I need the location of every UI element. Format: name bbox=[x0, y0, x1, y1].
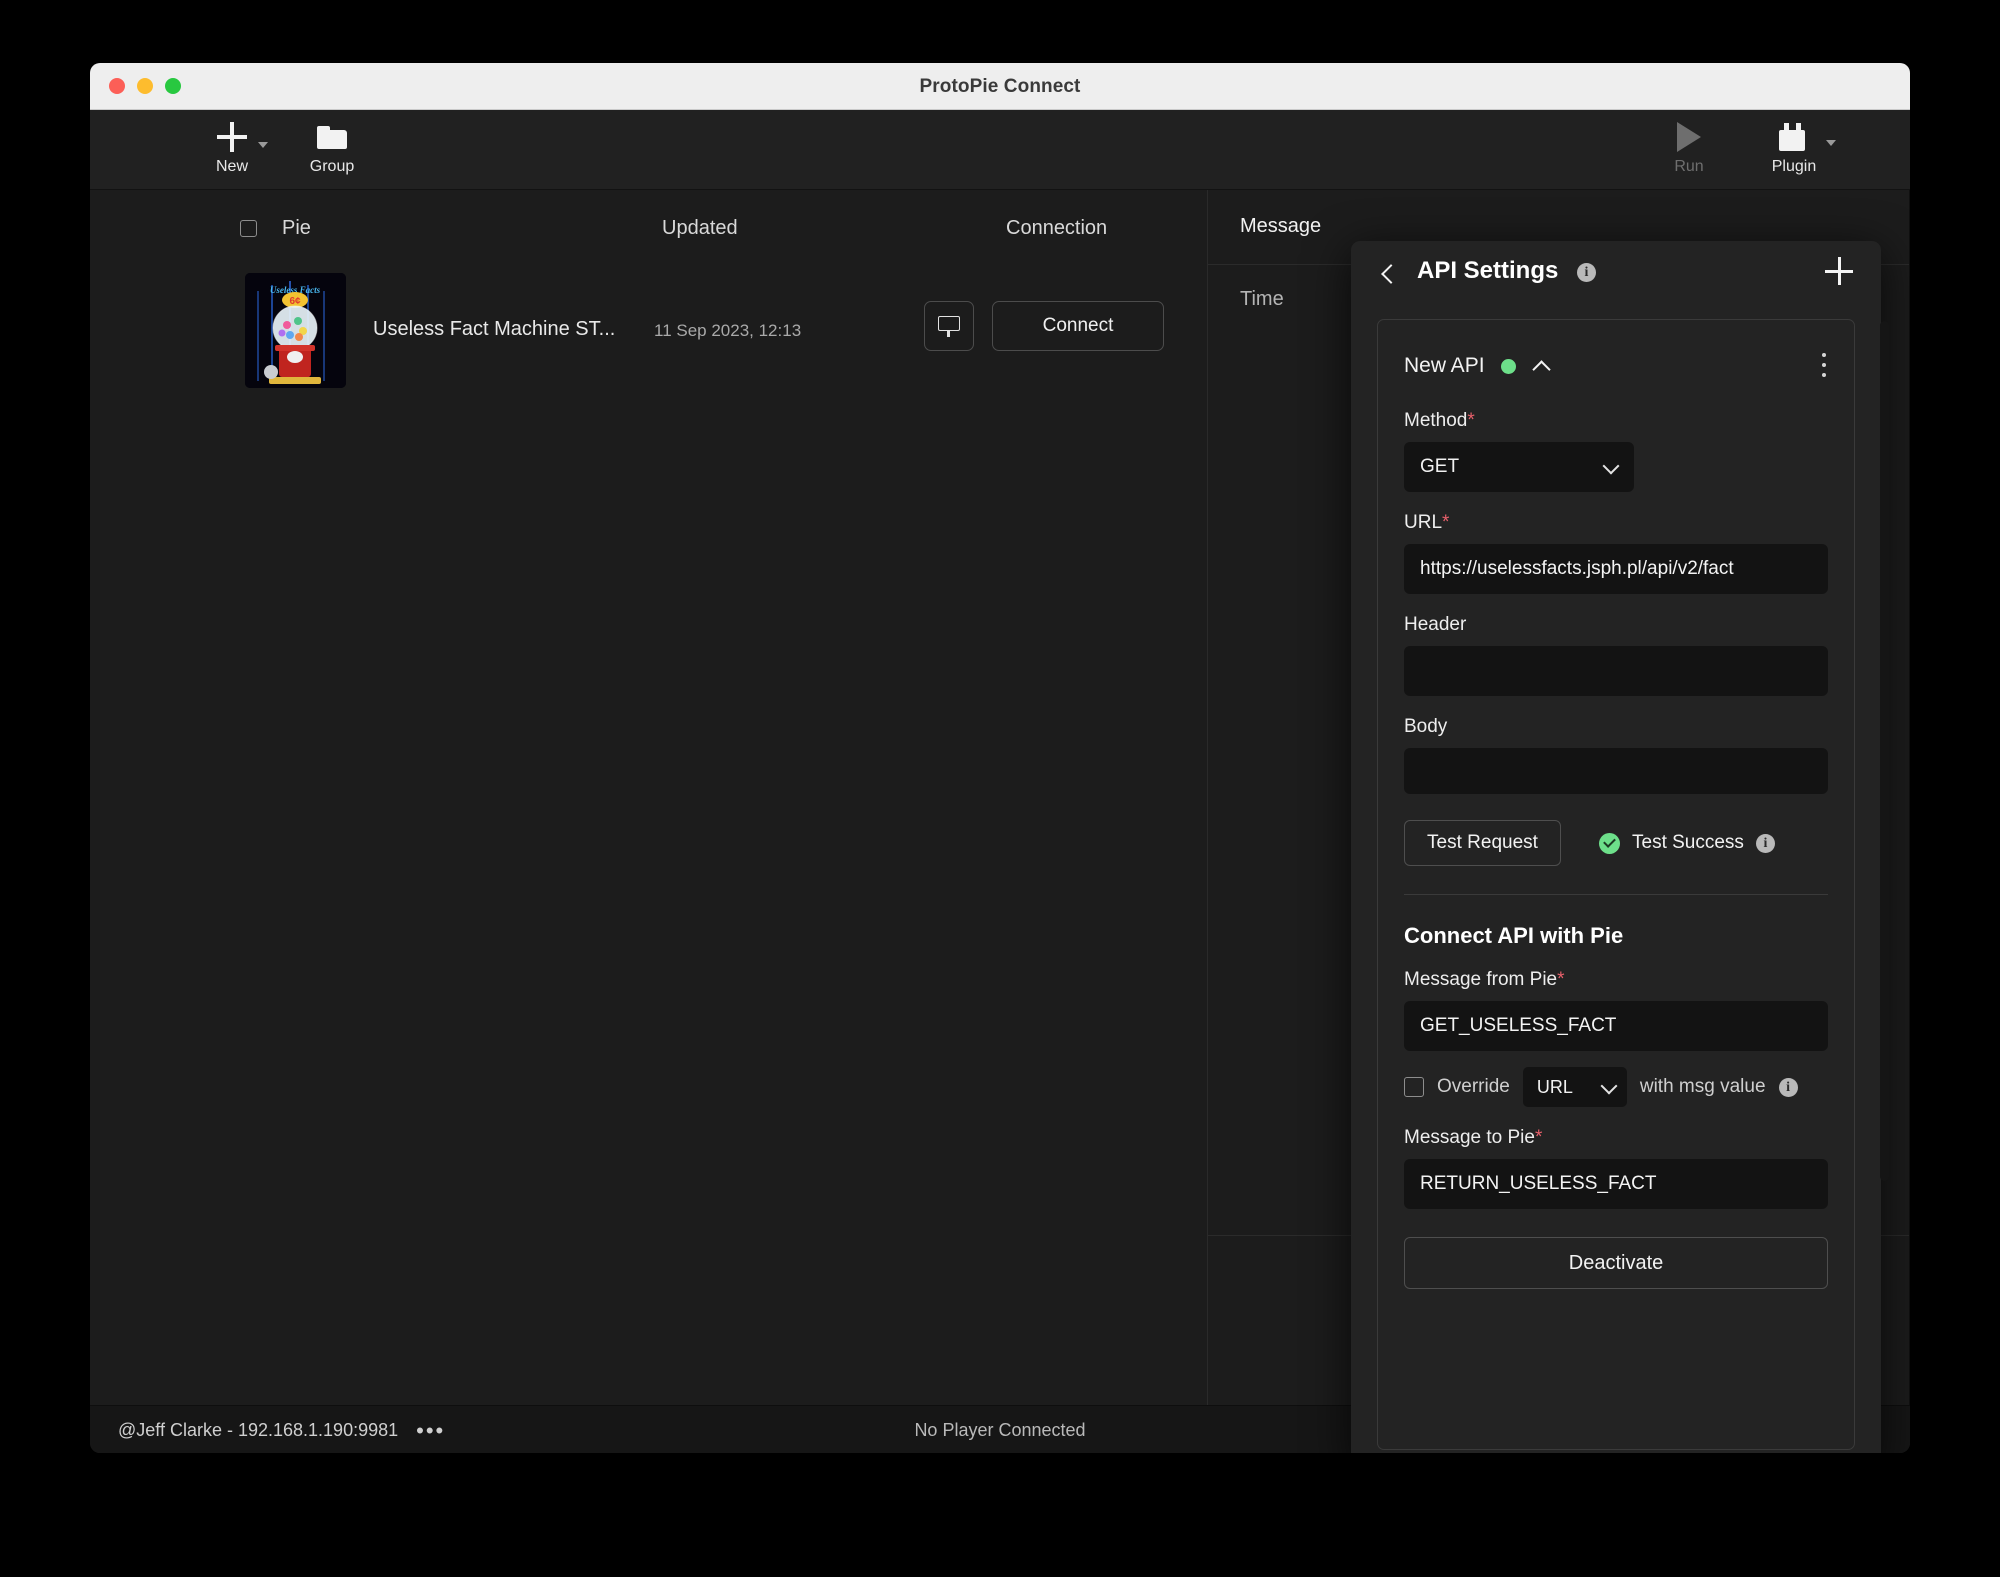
plugin-button[interactable]: Plugin bbox=[1748, 118, 1840, 176]
test-status: Test Success i bbox=[1599, 832, 1775, 854]
column-header-pie: Pie bbox=[282, 217, 311, 240]
override-prefix-label: Override bbox=[1437, 1076, 1510, 1098]
override-suffix-label: with msg value bbox=[1640, 1076, 1766, 1098]
plugin-icon bbox=[1748, 118, 1840, 156]
select-all-checkbox[interactable] bbox=[240, 220, 257, 237]
group-button-label: Group bbox=[286, 158, 378, 176]
info-icon[interactable]: i bbox=[1779, 1078, 1798, 1097]
override-row: Override URL with msg value i bbox=[1404, 1067, 1828, 1107]
method-select-value: GET bbox=[1420, 456, 1459, 478]
main-toolbar: New Group Run Plugin bbox=[90, 110, 1910, 190]
deactivate-button[interactable]: Deactivate bbox=[1404, 1237, 1828, 1289]
api-settings-panel: API Settings i New API Method* GET UR bbox=[1351, 241, 1881, 1453]
header-input[interactable] bbox=[1404, 646, 1828, 696]
chevron-down-icon bbox=[1826, 140, 1836, 146]
chevron-down-icon bbox=[1603, 1080, 1616, 1093]
open-on-screen-button[interactable] bbox=[924, 301, 974, 351]
divider bbox=[1404, 894, 1828, 895]
info-icon[interactable]: i bbox=[1756, 834, 1775, 853]
message-from-pie-label: Message from Pie* bbox=[1404, 969, 1828, 991]
table-row[interactable]: Useless Facts 6¢ bbox=[90, 265, 1207, 385]
group-button[interactable]: Group bbox=[286, 118, 378, 176]
window-titlebar: ProtoPie Connect bbox=[90, 63, 1910, 110]
api-card: New API Method* GET URL* Header Body bbox=[1377, 319, 1855, 1450]
pie-list-panel: Pie Updated Connection bbox=[90, 190, 1208, 1405]
override-target-select[interactable]: URL bbox=[1523, 1067, 1627, 1107]
run-button[interactable]: Run bbox=[1643, 118, 1735, 176]
url-input[interactable] bbox=[1404, 544, 1828, 594]
chevron-down-icon bbox=[258, 142, 268, 148]
monitor-icon bbox=[938, 316, 960, 337]
body-input[interactable] bbox=[1404, 748, 1828, 794]
column-header-connection: Connection bbox=[1006, 217, 1107, 240]
info-icon[interactable]: i bbox=[1577, 263, 1596, 282]
body-field-label: Body bbox=[1404, 716, 1828, 738]
svg-text:6¢: 6¢ bbox=[289, 296, 301, 307]
chevron-left-icon[interactable] bbox=[1379, 265, 1399, 285]
check-circle-icon bbox=[1599, 833, 1620, 854]
method-select[interactable]: GET bbox=[1404, 442, 1634, 492]
pie-list-header: Pie Updated Connection bbox=[90, 190, 1207, 265]
test-request-button[interactable]: Test Request bbox=[1404, 820, 1561, 866]
method-field-label: Method* bbox=[1404, 410, 1828, 432]
api-name: New API bbox=[1404, 354, 1485, 378]
chevron-down-icon bbox=[1605, 460, 1618, 473]
window-title: ProtoPie Connect bbox=[90, 76, 1910, 98]
new-button-label: New bbox=[186, 158, 278, 176]
column-header-time: Time bbox=[1240, 288, 1284, 311]
message-to-pie-input[interactable] bbox=[1404, 1159, 1828, 1209]
pie-name: Useless Fact Machine ST... bbox=[373, 318, 615, 341]
folder-icon bbox=[286, 118, 378, 156]
chevron-up-icon[interactable] bbox=[1532, 359, 1550, 373]
test-request-row: Test Request Test Success i bbox=[1404, 820, 1828, 866]
plus-icon bbox=[186, 118, 278, 156]
override-target-value: URL bbox=[1537, 1077, 1573, 1098]
scrollbar[interactable] bbox=[1880, 321, 1889, 1181]
required-marker: * bbox=[1557, 969, 1564, 990]
override-checkbox[interactable] bbox=[1404, 1077, 1424, 1097]
required-marker: * bbox=[1442, 512, 1449, 533]
tab-message[interactable]: Message bbox=[1240, 215, 1321, 238]
message-to-pie-label: Message to Pie* bbox=[1404, 1127, 1828, 1149]
more-vertical-icon[interactable] bbox=[1822, 353, 1828, 379]
plugin-button-label: Plugin bbox=[1748, 158, 1840, 176]
status-badge bbox=[1501, 359, 1516, 374]
page-title: API Settings bbox=[1417, 257, 1558, 285]
column-header-updated: Updated bbox=[662, 217, 738, 240]
api-settings-header: API Settings i bbox=[1351, 241, 1881, 319]
gumball-machine-thumbnail: Useless Facts 6¢ bbox=[245, 273, 346, 388]
url-field-label: URL* bbox=[1404, 512, 1828, 534]
required-marker: * bbox=[1535, 1127, 1542, 1148]
header-field-label: Header bbox=[1404, 614, 1828, 636]
test-status-label: Test Success bbox=[1632, 832, 1744, 854]
required-marker: * bbox=[1467, 410, 1474, 431]
pie-updated-date: 11 Sep 2023, 12:13 bbox=[654, 321, 801, 341]
add-api-button[interactable] bbox=[1825, 257, 1853, 285]
api-card-header: New API bbox=[1404, 342, 1828, 390]
message-from-pie-input[interactable] bbox=[1404, 1001, 1828, 1051]
connect-section-title: Connect API with Pie bbox=[1404, 923, 1828, 949]
play-icon bbox=[1643, 118, 1735, 156]
run-button-label: Run bbox=[1643, 158, 1735, 176]
app-window: ProtoPie Connect New Group Run bbox=[90, 63, 1910, 1453]
new-button[interactable]: New bbox=[186, 118, 278, 176]
connect-button[interactable]: Connect bbox=[992, 301, 1164, 351]
